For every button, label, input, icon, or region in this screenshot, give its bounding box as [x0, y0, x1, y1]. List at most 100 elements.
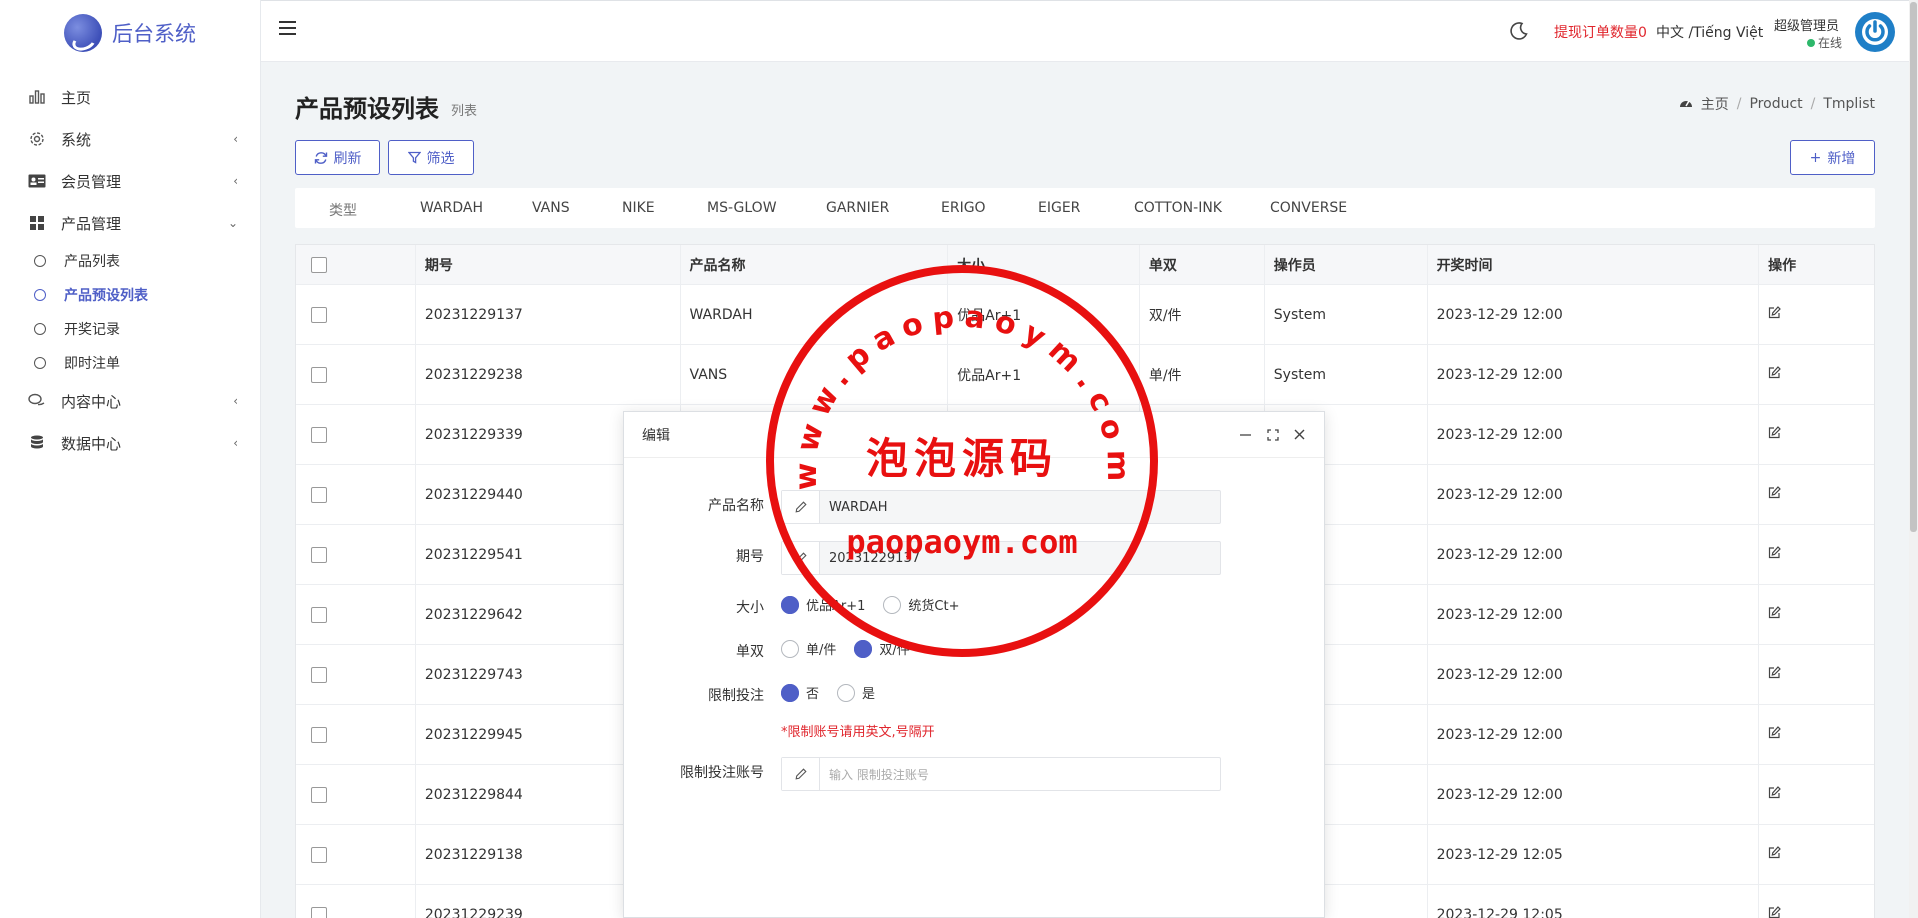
product-name-field[interactable]: WARDAH — [781, 490, 1221, 524]
filter-button[interactable]: 筛选 — [388, 140, 474, 175]
sidebar-item-content-center[interactable]: 内容中心 ‹ — [0, 380, 260, 422]
category-tab-garnier[interactable]: GARNIER — [826, 200, 889, 216]
parity-label: 单双 — [736, 644, 764, 660]
limit-account-input[interactable]: 输入 限制投注账号 — [781, 757, 1221, 791]
issue-field[interactable]: 20231229137 — [781, 541, 1221, 575]
row-checkbox[interactable] — [311, 546, 327, 563]
menu-toggle-icon[interactable] — [279, 21, 296, 36]
add-button[interactable]: + 新增 — [1790, 140, 1875, 175]
size-option-premium[interactable]: 优品Ar+1 — [781, 595, 865, 614]
header-select-cell — [296, 245, 416, 284]
breadcrumb-product[interactable]: Product — [1749, 96, 1802, 112]
parity-option-single[interactable]: 单/件 — [781, 639, 836, 658]
submenu-item-live-orders[interactable]: 即时注单 — [0, 346, 260, 380]
cell-actions — [1759, 345, 1874, 404]
submenu-item-product-preset-list[interactable]: 产品预设列表 — [0, 278, 260, 312]
row-checkbox[interactable] — [311, 906, 327, 918]
sidebar-item-system[interactable]: 系统 ‹ — [0, 118, 260, 160]
sidebar: 后台系统 主页 系统 ‹ 会员管理 ‹ 产品管理 ⌄ 产品列表 产品预设列表 开… — [0, 0, 261, 918]
row-select-cell — [296, 885, 416, 918]
category-tab-erigo[interactable]: ERIGO — [941, 200, 986, 216]
size-option-standard[interactable]: 统货Ct+ — [883, 595, 959, 614]
edit-icon[interactable] — [1768, 546, 1781, 563]
header-draw-time[interactable]: 开奖时间 — [1428, 245, 1760, 284]
size-radio-group: 优品Ar+1 统货Ct+ — [781, 595, 967, 614]
moon-icon[interactable] — [1509, 21, 1531, 43]
category-tab-ms-glow[interactable]: MS-GLOW — [707, 200, 777, 216]
table-header: 期号 产品名称 大小 单双 操作员 开奖时间 操作 — [296, 245, 1874, 285]
minimize-icon[interactable] — [1239, 428, 1252, 441]
header-size[interactable]: 大小 — [948, 245, 1140, 284]
edit-icon[interactable] — [1768, 846, 1781, 863]
header-parity[interactable]: 单双 — [1140, 245, 1265, 284]
row-checkbox[interactable] — [311, 606, 327, 623]
category-tab-nike[interactable]: NIKE — [622, 200, 655, 216]
edit-icon[interactable] — [1768, 786, 1781, 803]
category-tab-cotton-ink[interactable]: COTTON-INK — [1134, 200, 1222, 216]
parity-option-double[interactable]: 双/件 — [854, 639, 910, 658]
table-row[interactable]: 20231229238 VANS 优品Ar+1 单/件 System 2023-12-29… — [296, 345, 1874, 405]
id-card-icon — [27, 171, 47, 191]
refresh-button[interactable]: 刷新 — [295, 140, 380, 175]
header-product-name[interactable]: 产品名称 — [681, 245, 949, 284]
sidebar-item-members[interactable]: 会员管理 ‹ — [0, 160, 260, 202]
scrollbar-thumb[interactable] — [1910, 2, 1917, 532]
breadcrumb-home[interactable]: 主页 — [1701, 94, 1729, 114]
circle-icon — [34, 289, 46, 301]
radio-selected — [781, 595, 799, 614]
cell-actions — [1759, 465, 1874, 524]
page-subtitle: 列表 — [451, 104, 478, 119]
submenu-item-draw-records[interactable]: 开奖记录 — [0, 312, 260, 346]
admin-name[interactable]: 超级管理员 — [1774, 15, 1839, 34]
edit-icon[interactable] — [1768, 666, 1781, 683]
header-operator[interactable]: 操作员 — [1265, 245, 1428, 284]
row-checkbox[interactable] — [311, 666, 327, 683]
withdraw-orders-link[interactable]: 提现订单数量0 — [1554, 22, 1647, 42]
cell-actions — [1759, 705, 1874, 764]
language-switch[interactable]: 中文 /Tiếng Việt — [1656, 22, 1763, 42]
edit-icon[interactable] — [1768, 486, 1781, 503]
select-all-checkbox[interactable] — [311, 256, 327, 273]
submenu-item-product-list[interactable]: 产品列表 — [0, 244, 260, 278]
sidebar-item-home[interactable]: 主页 — [0, 76, 260, 118]
row-checkbox[interactable] — [311, 846, 327, 863]
radio-selected — [854, 639, 873, 658]
table-row[interactable]: 20231229137 WARDAH 优品Ar+1 双/件 System 2023-12-… — [296, 285, 1874, 345]
edit-icon[interactable] — [1768, 606, 1781, 623]
close-icon[interactable] — [1293, 428, 1306, 441]
sidebar-item-products[interactable]: 产品管理 ⌄ — [0, 202, 260, 244]
cell-size: 优品Ar+1 — [948, 345, 1140, 404]
edit-icon[interactable] — [1768, 306, 1781, 323]
admin-status: 在线 — [1807, 34, 1842, 51]
limit-option-no[interactable]: 否 — [781, 683, 819, 702]
row-checkbox[interactable] — [311, 786, 327, 803]
row-checkbox[interactable] — [311, 486, 327, 503]
category-tab-eiger[interactable]: EIGER — [1038, 200, 1080, 216]
avatar[interactable] — [1855, 12, 1895, 52]
radio-label: 是 — [862, 687, 876, 702]
limit-option-yes[interactable]: 是 — [837, 683, 875, 702]
edit-icon[interactable] — [1768, 726, 1781, 743]
row-checkbox[interactable] — [311, 426, 327, 443]
cell-parity: 双/件 — [1140, 285, 1265, 344]
category-tab-converse[interactable]: CONVERSE — [1270, 200, 1347, 216]
header-issue[interactable]: 期号 — [416, 245, 681, 284]
category-label: 类型 — [329, 203, 357, 219]
page-scrollbar[interactable] — [1909, 0, 1918, 918]
edit-icon[interactable] — [1768, 366, 1781, 383]
maximize-icon[interactable] — [1266, 428, 1279, 441]
submenu-item-label: 即时注单 — [64, 356, 120, 372]
logo[interactable]: 后台系统 — [0, 0, 260, 66]
category-tab-vans[interactable]: VANS — [532, 200, 570, 216]
sidebar-item-data-center[interactable]: 数据中心 ‹ — [0, 422, 260, 464]
row-checkbox[interactable] — [311, 366, 327, 383]
row-select-cell — [296, 705, 416, 764]
cell-draw-time: 2023-12-29 12:00 — [1428, 705, 1760, 764]
edit-icon[interactable] — [1768, 906, 1781, 918]
edit-icon[interactable] — [1768, 426, 1781, 443]
row-checkbox[interactable] — [311, 726, 327, 743]
radio-label: 双/件 — [879, 643, 910, 658]
category-tab-wardah[interactable]: WARDAH — [420, 200, 483, 216]
sidebar-item-label: 数据中心 — [61, 434, 122, 453]
row-checkbox[interactable] — [311, 306, 327, 323]
